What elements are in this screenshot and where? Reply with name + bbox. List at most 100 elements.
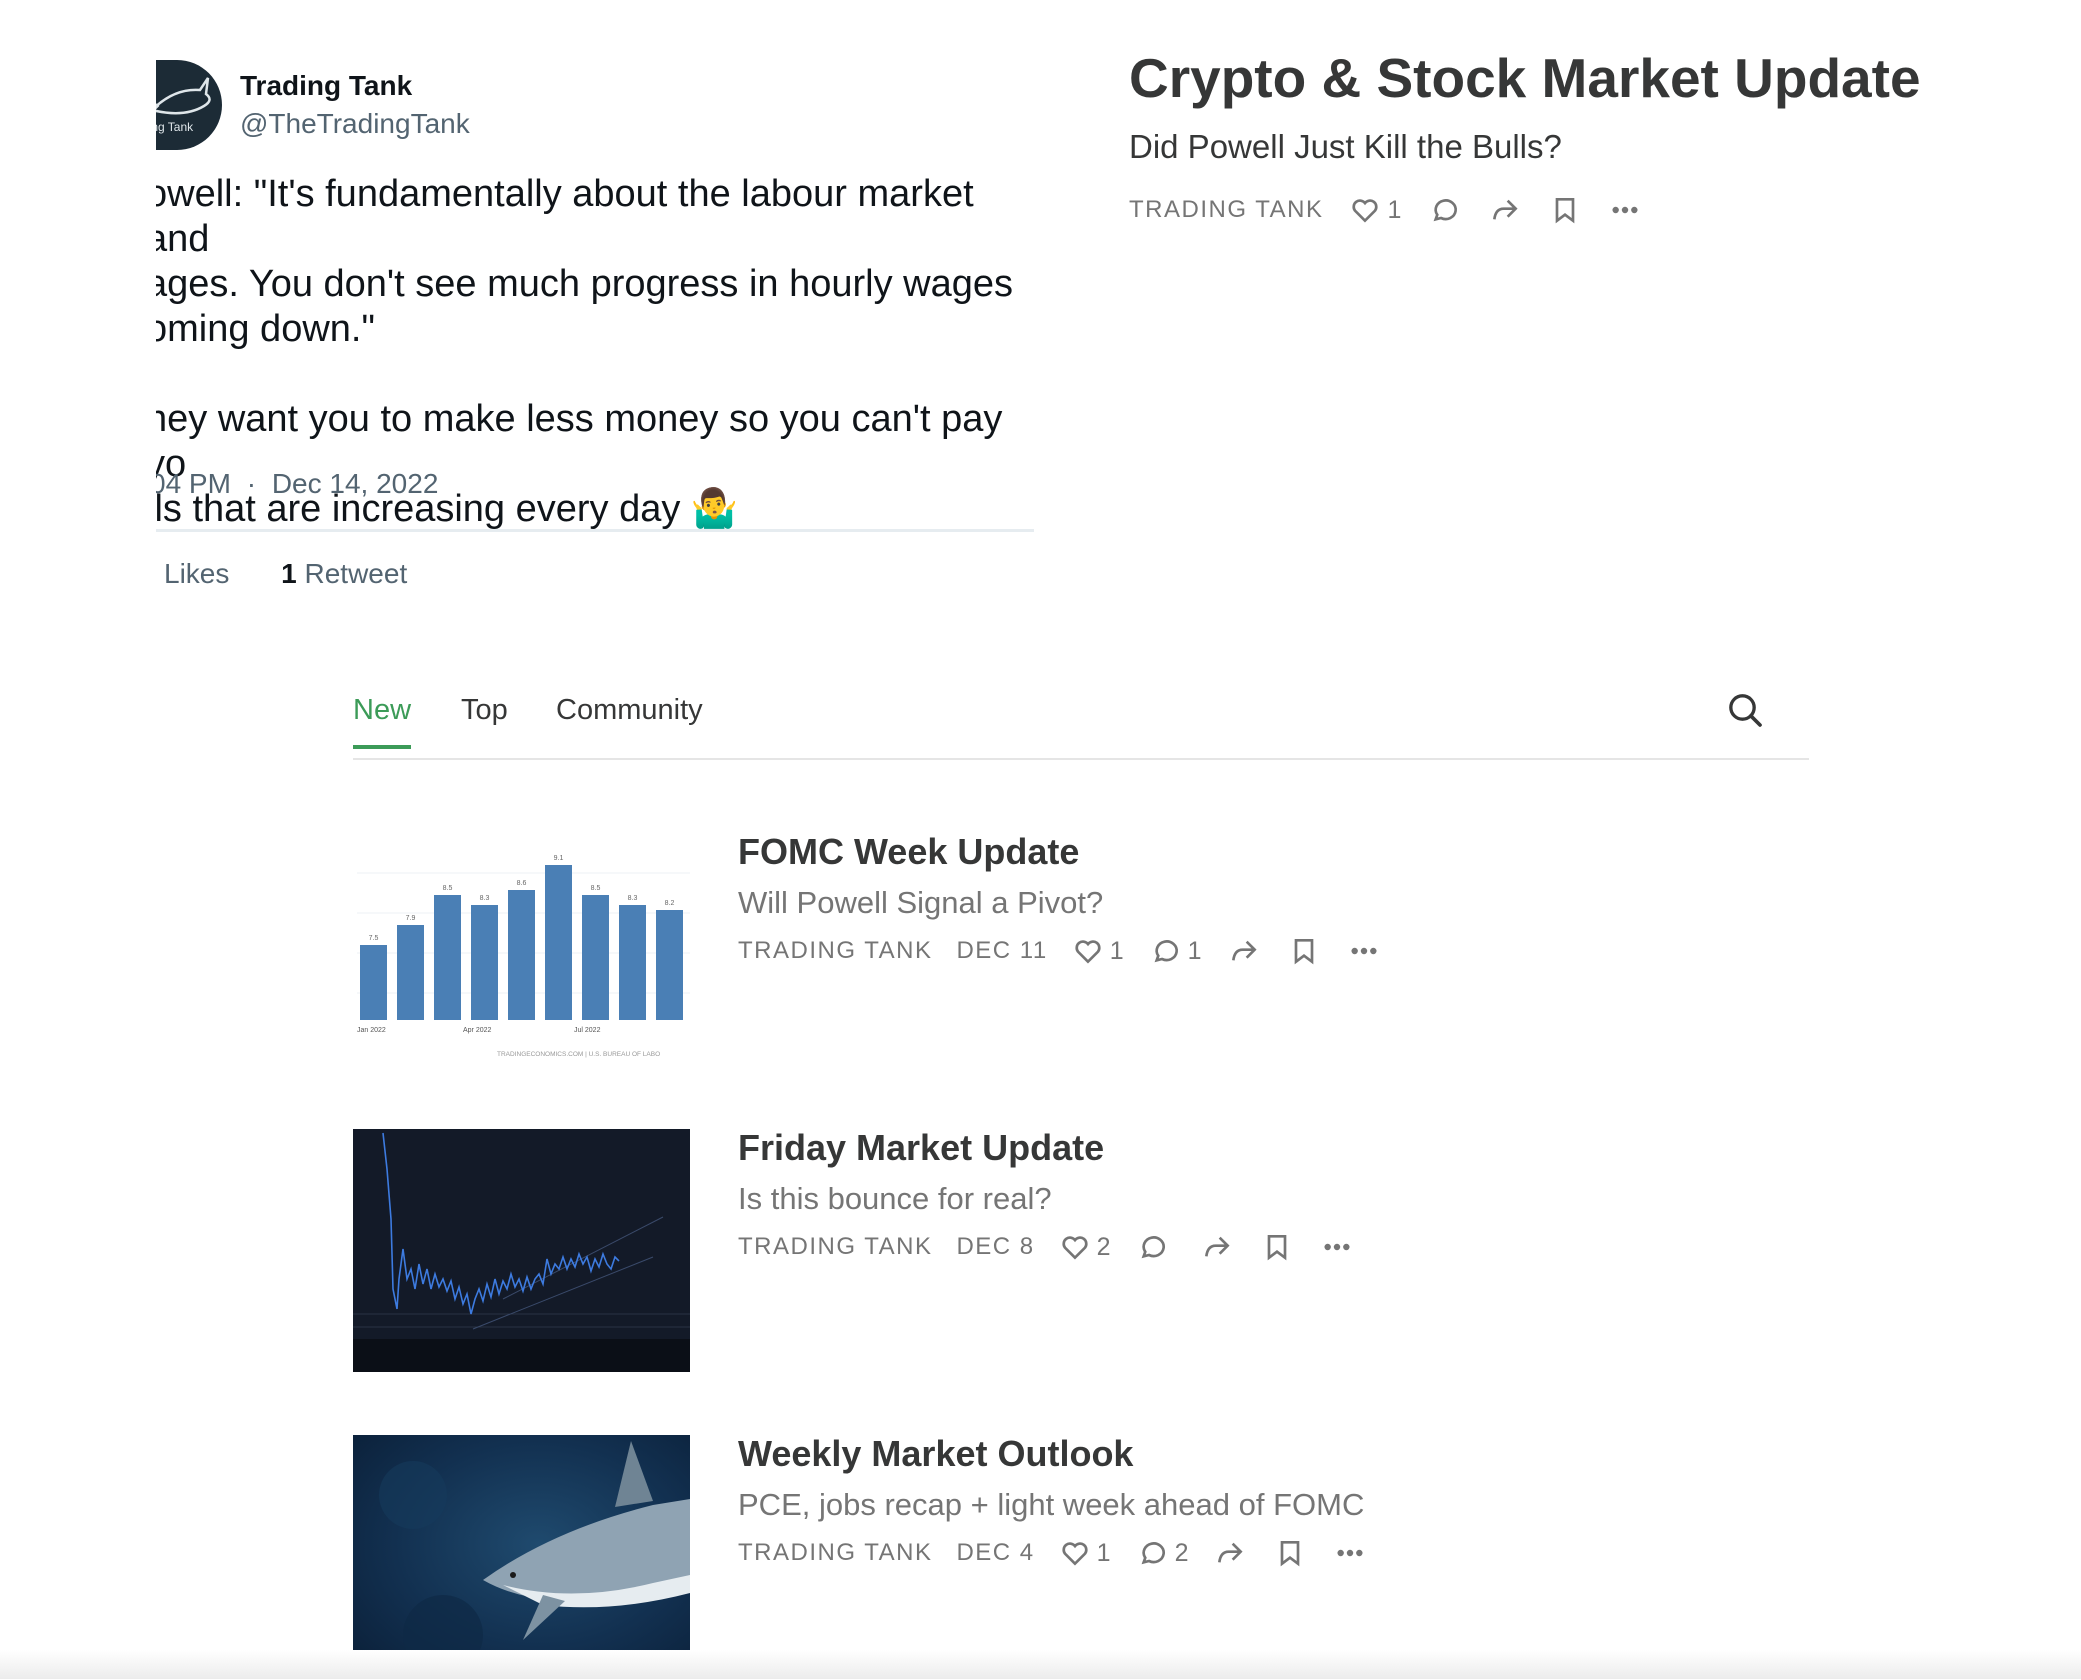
chart-value-label: 9.1 [554, 855, 564, 862]
chart-bar [619, 905, 646, 1020]
chart-source: TRADINGECONOMICS.COM | U.S. BUREAU OF LA… [497, 1051, 660, 1058]
post-title[interactable]: FOMC Week Update [738, 831, 1079, 873]
chart-x-label-1: Apr 2022 [463, 1027, 492, 1034]
more-button[interactable] [1321, 1231, 1353, 1263]
tweet-author-name[interactable]: Trading Tank [240, 70, 412, 102]
heart-icon [1352, 199, 1379, 223]
chart-value-label: 7.9 [406, 915, 416, 922]
comment-button[interactable]: 2 [1137, 1537, 1188, 1569]
chart-bar [582, 895, 609, 1020]
featured-post-actions: TRADING TANK 1 [1129, 190, 1641, 230]
comment-button[interactable]: 1 [1150, 935, 1202, 967]
share-icon [1218, 1542, 1244, 1563]
like-button[interactable]: 1 [1059, 1537, 1111, 1569]
share-button[interactable] [1228, 935, 1260, 967]
cpi-bar-chart: 7.5 7.9 8.5 8.3 8.6 9.1 8.5 8.3 8.2 Jan 2022 Apr… [357, 855, 690, 1058]
share-icon [1204, 1236, 1230, 1257]
post-thumbnail-shark[interactable] [353, 1435, 690, 1678]
tweet-likes-label[interactable]: Likes [164, 558, 229, 589]
chart-bar [471, 905, 498, 1020]
tweet-author-handle[interactable]: @TheTradingTank [240, 108, 470, 140]
comment-button[interactable] [1429, 194, 1461, 226]
post-subtitle[interactable]: Is this bounce for real? [738, 1181, 1052, 1217]
more-icon [1351, 947, 1377, 955]
chart-bar [397, 925, 424, 1020]
bookmark-button[interactable] [1549, 194, 1581, 226]
post-item[interactable]: 7.5 7.9 8.5 8.3 8.6 9.1 8.5 8.3 8.2 Jan 2022 Apr… [353, 831, 1813, 1078]
featured-post-title[interactable]: Crypto & Stock Market Update [1129, 46, 1921, 110]
tweet-timestamp[interactable]: 04 PM · Dec 14, 2022 [156, 468, 438, 500]
bookmark-button[interactable] [1274, 1537, 1306, 1569]
tab-new[interactable]: New [353, 694, 412, 749]
chart-bar [508, 890, 535, 1020]
more-icon [1612, 206, 1638, 214]
bottom-shadow [0, 1650, 2081, 1679]
avatar-text: ding Tank [156, 120, 194, 134]
heart-icon [1062, 1542, 1088, 1566]
post-actions: TRADING TANK DEC 8 2 [738, 1227, 1353, 1267]
more-button[interactable] [1609, 194, 1641, 226]
chart-value-label: 8.2 [665, 900, 675, 907]
chart-bar [545, 865, 572, 1020]
embedded-tweet[interactable]: ding Tank Trading Tank @TheTradingTank o… [156, 56, 1034, 596]
post-date: DEC 11 [956, 937, 1048, 964]
post-subtitle[interactable]: Will Powell Signal a Pivot? [738, 885, 1103, 921]
chart-value-label: 8.6 [517, 880, 527, 887]
publication-name[interactable]: TRADING TANK [738, 1539, 932, 1567]
comment-icon [1154, 940, 1178, 963]
featured-post-subtitle[interactable]: Did Powell Just Kill the Bulls? [1129, 128, 1562, 166]
tweet-date: Dec 14, 2022 [271, 468, 439, 499]
post-thumbnail-cpi-chart[interactable]: 7.5 7.9 8.5 8.3 8.6 9.1 8.5 8.3 8.2 Jan 2022 Apr… [353, 833, 690, 1076]
tweet-avatar[interactable]: ding Tank [156, 60, 222, 150]
tweet-retweets[interactable]: 1 Retweet [281, 558, 407, 589]
comment-button[interactable] [1137, 1231, 1175, 1263]
bookmark-button[interactable] [1288, 935, 1320, 967]
retweet-count: 1 [281, 558, 297, 589]
chart-value-label: 8.3 [628, 895, 638, 902]
like-button[interactable]: 1 [1349, 194, 1401, 226]
tab-community[interactable]: Community [556, 694, 703, 745]
bookmark-icon [1294, 939, 1313, 965]
like-button[interactable]: 2 [1059, 1231, 1111, 1263]
publication-name[interactable]: TRADING TANK [738, 937, 932, 965]
post-title[interactable]: Friday Market Update [738, 1127, 1104, 1169]
more-icon [1324, 1243, 1350, 1251]
chart-bar [360, 945, 387, 1020]
more-button[interactable] [1334, 1537, 1366, 1569]
post-title[interactable]: Weekly Market Outlook [738, 1433, 1133, 1475]
chart-value-label: 8.3 [480, 895, 490, 902]
comment-count: 1 [1187, 936, 1202, 965]
chart-bar [434, 895, 461, 1020]
share-button[interactable] [1201, 1231, 1233, 1263]
share-button[interactable] [1489, 194, 1521, 226]
post-item[interactable]: Weekly Market Outlook PCE, jobs recap + … [353, 1433, 1813, 1680]
bookmark-icon [1267, 1235, 1286, 1261]
share-button[interactable] [1214, 1537, 1246, 1569]
chart-value-label: 8.5 [443, 885, 453, 892]
search-icon[interactable] [1725, 690, 1765, 730]
publication-name[interactable]: TRADING TANK [1129, 196, 1323, 224]
tweet-time: 04 PM [156, 468, 231, 499]
like-button[interactable]: 1 [1072, 935, 1124, 967]
post-item[interactable]: Friday Market Update Is this bounce for … [353, 1127, 1813, 1374]
like-count: 1 [1387, 195, 1402, 224]
more-icon [1337, 1549, 1364, 1557]
tweet-divider [156, 529, 1034, 532]
dark-price-chart [353, 1129, 690, 1372]
chart-x-label-2: Jul 2022 [574, 1027, 601, 1034]
shark-photo [379, 1441, 690, 1675]
like-count: 2 [1096, 1232, 1111, 1261]
post-subtitle[interactable]: PCE, jobs recap + light week ahead of FO… [738, 1487, 1364, 1523]
tweet-separator: · [246, 468, 257, 499]
post-tabs: New Top Community [353, 690, 1809, 760]
retweet-label: Retweet [304, 558, 408, 589]
more-button[interactable] [1348, 935, 1380, 967]
post-actions: TRADING TANK DEC 4 1 2 [738, 1533, 1366, 1573]
chart-bar [656, 910, 683, 1020]
publication-name[interactable]: TRADING TANK [738, 1233, 932, 1261]
tab-top[interactable]: Top [461, 694, 508, 745]
tweet-stats: Likes 1 Retweet [164, 558, 407, 590]
comment-icon [1141, 1542, 1165, 1565]
bookmark-button[interactable] [1261, 1231, 1293, 1263]
post-thumbnail-dark-chart[interactable] [353, 1129, 690, 1372]
